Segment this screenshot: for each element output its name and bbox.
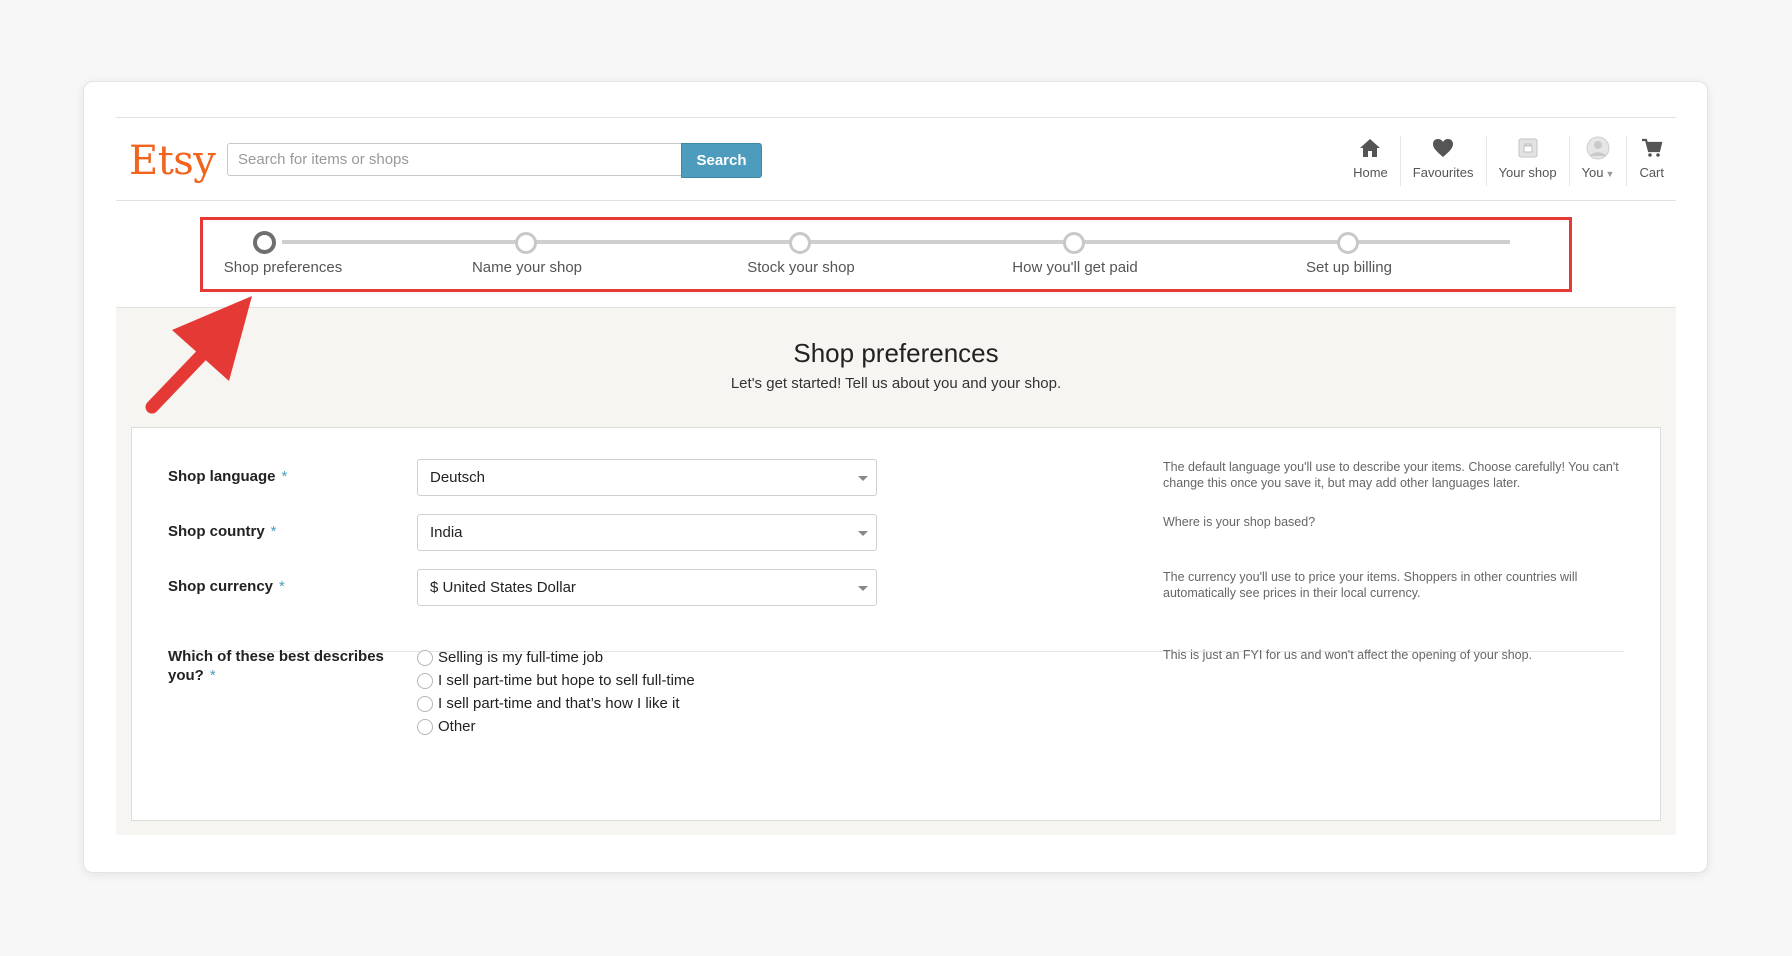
- shop-language-value: Deutsch: [430, 469, 486, 486]
- nav-your-shop-label: Your shop: [1498, 165, 1557, 180]
- radio-hope-full-time[interactable]: I sell part-time but hope to sell full-t…: [417, 672, 695, 689]
- avatar-icon: [1586, 136, 1610, 160]
- heart-icon: [1432, 136, 1454, 160]
- shop-currency-select[interactable]: $ United States Dollar: [417, 569, 877, 606]
- annotation-arrow-icon: [145, 296, 252, 414]
- nav-cart[interactable]: Cart: [1626, 136, 1676, 186]
- shop-language-select[interactable]: Deutsch: [417, 459, 877, 496]
- etsy-page: Etsy Search Home Favourites Your shop: [116, 117, 1676, 835]
- shop-currency-help: The currency you'll use to price your it…: [1163, 570, 1578, 600]
- radio-button[interactable]: [417, 695, 433, 712]
- page-subtitle: Let's get started! Tell us about you and…: [730, 375, 1062, 392]
- radio-label: Other: [438, 718, 476, 735]
- nav-cart-label: Cart: [1639, 165, 1664, 180]
- search-button[interactable]: Search: [681, 143, 762, 178]
- shop-country-select[interactable]: India: [417, 514, 877, 551]
- chevron-down-icon: [858, 586, 868, 591]
- radio-label: Selling is my full-time job: [438, 649, 604, 666]
- stepper-highlight-box: [200, 217, 1572, 292]
- nav-you-label: You: [1581, 165, 1604, 180]
- shop-country-value: India: [430, 524, 463, 541]
- nav-you[interactable]: You ▼: [1568, 136, 1627, 186]
- radio-button[interactable]: [417, 649, 433, 666]
- home-icon: [1359, 136, 1381, 160]
- nav-you-label-wrap: You ▼: [1582, 165, 1615, 180]
- shop-country-help: Where is your shop based?: [1163, 515, 1316, 529]
- shop-language-label-text: Shop language: [168, 468, 276, 485]
- chevron-down-icon: [858, 531, 868, 536]
- shop-currency-value: $ United States Dollar: [430, 579, 576, 596]
- shop-language-label: Shop language *: [168, 468, 287, 485]
- shop-icon: [1517, 136, 1539, 160]
- page-title: Shop preferences: [793, 338, 999, 368]
- required-marker: *: [209, 667, 216, 684]
- nav-home[interactable]: Home: [1341, 136, 1400, 186]
- required-marker: *: [281, 468, 288, 485]
- shop-country-label-text: Shop country: [168, 523, 265, 540]
- etsy-logo[interactable]: Etsy: [129, 138, 216, 184]
- nav-favourites-label: Favourites: [1412, 165, 1474, 180]
- required-marker: *: [270, 523, 277, 540]
- shop-currency-label-text: Shop currency: [168, 578, 274, 595]
- header-nav: Home Favourites Your shop You ▼ Cart: [1341, 136, 1676, 186]
- chevron-down-icon: [858, 476, 868, 481]
- radio-full-time[interactable]: Selling is my full-time job: [417, 649, 603, 666]
- shop-country-label: Shop country *: [168, 523, 277, 540]
- radio-part-time[interactable]: I sell part-time and that’s how I like i…: [417, 695, 680, 712]
- preferences-form: Shop language * Deutsch The default langu…: [131, 427, 1661, 821]
- describes-label-line1: Which of these best describes: [168, 648, 384, 665]
- radio-button[interactable]: [417, 718, 433, 735]
- required-marker: *: [279, 578, 285, 595]
- shop-language-help: The default language you'll use to descr…: [1163, 460, 1619, 490]
- nav-home-label: Home: [1353, 165, 1388, 180]
- radio-other[interactable]: Other: [417, 718, 476, 735]
- nav-your-shop[interactable]: Your shop: [1485, 136, 1569, 186]
- cart-icon: [1641, 136, 1663, 160]
- radio-label: I sell part-time but hope to sell full-t…: [438, 672, 695, 689]
- radio-button[interactable]: [417, 672, 433, 689]
- describes-label-line2: you?: [168, 667, 204, 684]
- radio-label: I sell part-time and that’s how I like i…: [438, 695, 680, 712]
- nav-favourites[interactable]: Favourites: [1399, 136, 1486, 186]
- chevron-down-icon: ▼: [1605, 169, 1615, 179]
- site-header: Etsy Search Home Favourites Your shop: [116, 118, 1676, 201]
- describes-help: This is just an FYI for us and won't aff…: [1163, 648, 1533, 662]
- search-input[interactable]: [227, 143, 681, 176]
- describes-label: Which of these best describes you? *: [168, 647, 388, 685]
- main-content: Shop preferences Let's get started! Tell…: [116, 308, 1676, 835]
- shop-currency-label: Shop currency *: [168, 578, 285, 595]
